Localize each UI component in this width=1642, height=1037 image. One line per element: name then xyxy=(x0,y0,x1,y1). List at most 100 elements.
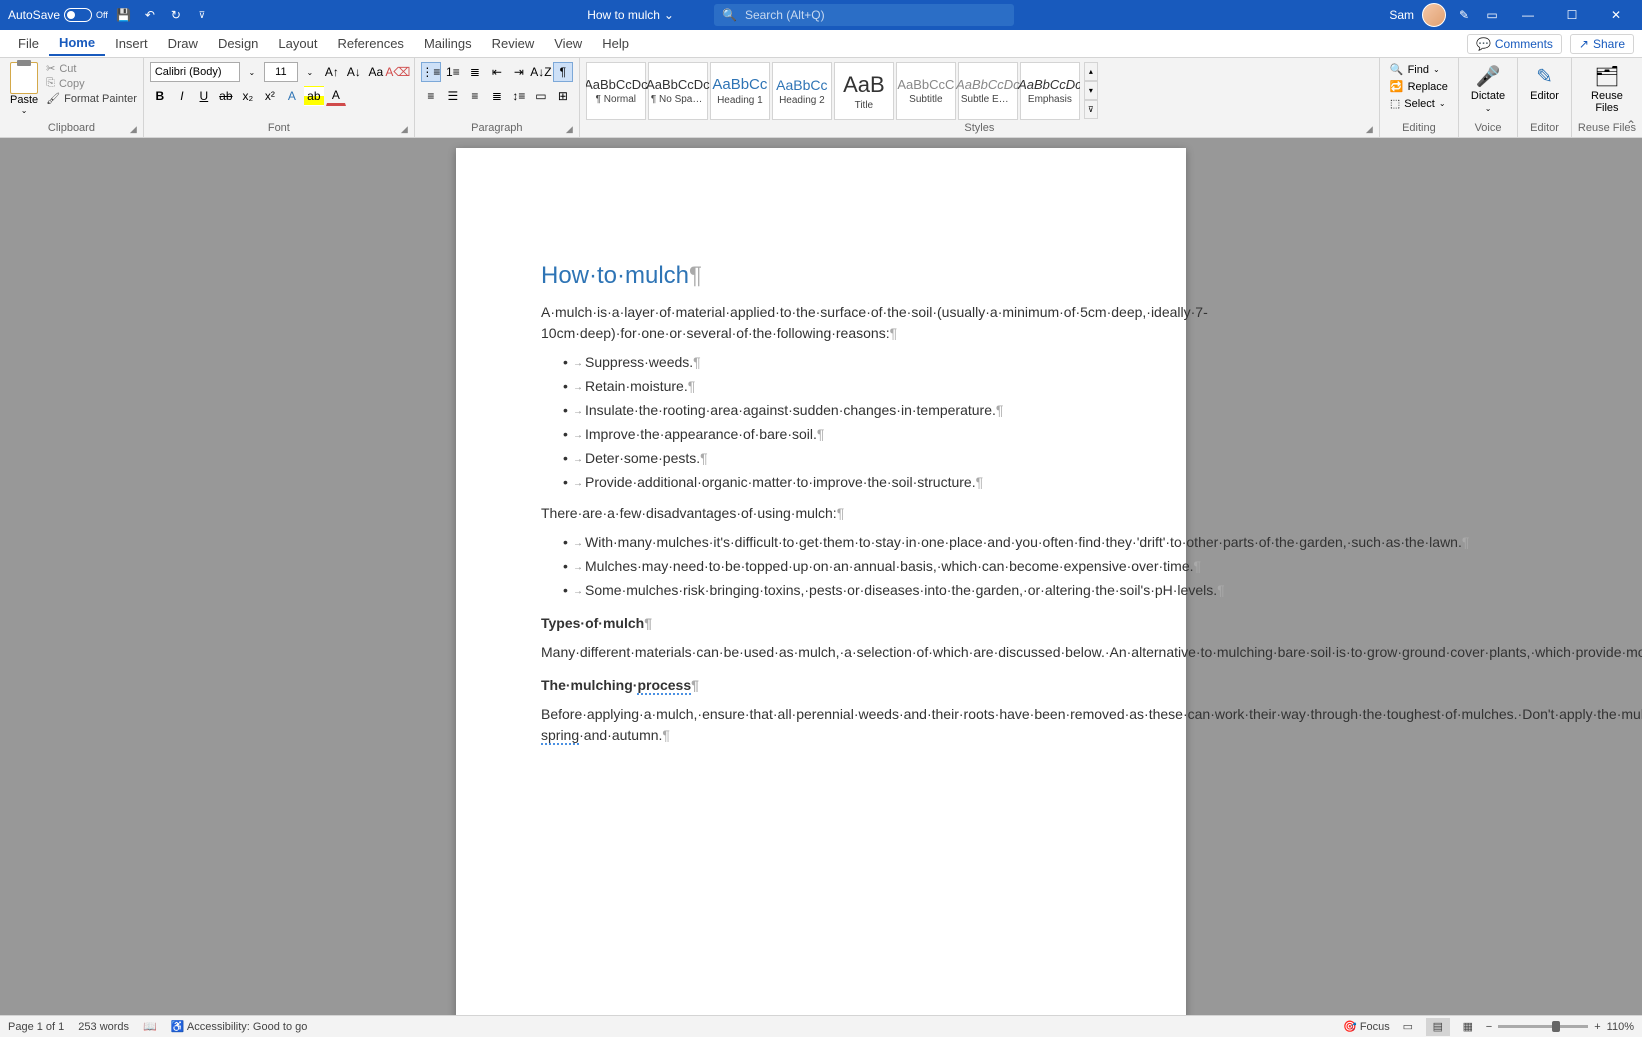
tab-insert[interactable]: Insert xyxy=(105,32,158,55)
font-size-input[interactable] xyxy=(264,62,298,82)
multilevel-list-button[interactable]: ≣ xyxy=(465,62,485,82)
minimize-button[interactable]: — xyxy=(1510,0,1546,30)
subscript-button[interactable]: x₂ xyxy=(238,86,258,106)
justify-button[interactable]: ≣ xyxy=(487,86,507,106)
style-heading2[interactable]: AaBbCcHeading 2 xyxy=(772,62,832,120)
editor-button[interactable]: ✎ Editor xyxy=(1524,62,1565,104)
reuse-files-icon: 🗂 xyxy=(1595,64,1619,88)
line-spacing-button[interactable]: ↕≡ xyxy=(509,86,529,106)
save-icon[interactable]: 💾 xyxy=(114,5,134,25)
tab-review[interactable]: Review xyxy=(482,32,545,55)
bullets-button[interactable]: ⋮≡ xyxy=(421,62,441,82)
copy-button[interactable]: ⎘Copy xyxy=(46,77,137,90)
show-hide-pilcrow-button[interactable]: ¶ xyxy=(553,62,573,82)
comments-button[interactable]: 💬Comments xyxy=(1467,34,1562,54)
zoom-out-button[interactable]: − xyxy=(1486,1021,1492,1033)
tab-mailings[interactable]: Mailings xyxy=(414,32,482,55)
redo-icon[interactable]: ↻ xyxy=(166,5,186,25)
numbering-button[interactable]: 1≡ xyxy=(443,62,463,82)
share-button[interactable]: ↗Share xyxy=(1570,34,1634,54)
document-scroll-area[interactable]: How·to·mulch¶ A·mulch·is·a·layer·of·mate… xyxy=(0,138,1642,1015)
cut-button[interactable]: ✂Cut xyxy=(46,62,137,75)
style-heading1[interactable]: AaBbCcHeading 1 xyxy=(710,62,770,120)
document-title-dropdown[interactable]: How to mulch ⌄ xyxy=(587,8,674,22)
bold-button[interactable]: B xyxy=(150,86,170,106)
tab-help[interactable]: Help xyxy=(592,32,639,55)
style-normal[interactable]: AaBbCcDc¶ Normal xyxy=(586,62,646,120)
clipboard-launcher[interactable]: ◢ xyxy=(130,124,140,134)
style-subtitle[interactable]: AaBbCcCSubtitle xyxy=(896,62,956,120)
search-input[interactable]: 🔍 Search (Alt+Q) xyxy=(714,4,1014,26)
underline-button[interactable]: U xyxy=(194,86,214,106)
paste-button[interactable]: Paste ⌄ xyxy=(6,62,42,122)
style-emphasis[interactable]: AaBbCcDcEmphasis xyxy=(1020,62,1080,120)
decrease-font-icon[interactable]: A↓ xyxy=(344,62,364,82)
align-center-button[interactable]: ☰ xyxy=(443,86,463,106)
font-color-icon[interactable]: A xyxy=(326,86,346,106)
paragraph-launcher[interactable]: ◢ xyxy=(566,124,576,134)
zoom-thumb[interactable] xyxy=(1552,1021,1560,1032)
increase-font-icon[interactable]: A↑ xyxy=(322,62,342,82)
ribbon-display-icon[interactable]: ▭ xyxy=(1482,5,1502,25)
decrease-indent-button[interactable]: ⇤ xyxy=(487,62,507,82)
find-button[interactable]: 🔍Find⌄ xyxy=(1386,62,1452,77)
styles-launcher[interactable]: ◢ xyxy=(1366,124,1376,134)
customize-qat-icon[interactable]: ⊽ xyxy=(192,5,212,25)
spellcheck-icon[interactable]: 📖 xyxy=(143,1020,157,1033)
shading-button[interactable]: ▭ xyxy=(531,86,551,106)
print-layout-button[interactable]: ▤ xyxy=(1426,1018,1450,1036)
word-count[interactable]: 253 words xyxy=(78,1021,129,1033)
user-avatar[interactable] xyxy=(1422,3,1446,27)
zoom-slider[interactable] xyxy=(1498,1025,1588,1028)
dictate-button[interactable]: 🎤 Dictate ⌄ xyxy=(1465,62,1511,115)
italic-button[interactable]: I xyxy=(172,86,192,106)
change-case-icon[interactable]: Aa xyxy=(366,62,386,82)
tab-design[interactable]: Design xyxy=(208,32,268,55)
read-mode-button[interactable]: ▭ xyxy=(1396,1018,1420,1036)
style-title[interactable]: AaBTitle xyxy=(834,62,894,120)
gallery-down[interactable]: ▾ xyxy=(1084,81,1098,100)
collapse-ribbon-button[interactable]: ⌃ xyxy=(1626,118,1636,132)
tab-layout[interactable]: Layout xyxy=(268,32,327,55)
text-effects-icon[interactable]: A xyxy=(282,86,302,106)
format-painter-button[interactable]: 🖌Format Painter xyxy=(46,92,137,105)
style-subtle-em[interactable]: AaBbCcDcSubtle Em... xyxy=(958,62,1018,120)
font-size-dropdown[interactable]: ⌄ xyxy=(300,62,320,82)
document-page[interactable]: How·to·mulch¶ A·mulch·is·a·layer·of·mate… xyxy=(456,148,1186,1015)
reuse-files-button[interactable]: 🗂 Reuse Files xyxy=(1578,62,1636,116)
clear-formatting-icon[interactable]: A⌫ xyxy=(388,62,408,82)
borders-button[interactable]: ⊞ xyxy=(553,86,573,106)
tab-draw[interactable]: Draw xyxy=(158,32,208,55)
accessibility-status[interactable]: ♿ Accessibility: Good to go xyxy=(171,1020,308,1033)
gallery-more[interactable]: ⊽ xyxy=(1084,100,1098,119)
sort-button[interactable]: A↓Z xyxy=(531,62,551,82)
font-name-input[interactable] xyxy=(150,62,240,82)
maximize-button[interactable]: ☐ xyxy=(1554,0,1590,30)
strikethrough-button[interactable]: ab xyxy=(216,86,236,106)
focus-mode[interactable]: 🎯 Focus xyxy=(1343,1020,1390,1033)
highlight-icon[interactable]: ab xyxy=(304,86,324,106)
tab-view[interactable]: View xyxy=(544,32,592,55)
copy-label: Copy xyxy=(59,78,85,90)
tab-file[interactable]: File xyxy=(8,32,49,55)
autosave-toggle[interactable]: AutoSave Off xyxy=(8,8,108,22)
gallery-up[interactable]: ▴ xyxy=(1084,62,1098,81)
replace-button[interactable]: 🔁Replace xyxy=(1386,79,1452,94)
undo-icon[interactable]: ↶ xyxy=(140,5,160,25)
align-left-button[interactable]: ≡ xyxy=(421,86,441,106)
increase-indent-button[interactable]: ⇥ xyxy=(509,62,529,82)
web-layout-button[interactable]: ▦ xyxy=(1456,1018,1480,1036)
select-button[interactable]: ⬚Select⌄ xyxy=(1386,96,1452,111)
close-button[interactable]: ✕ xyxy=(1598,0,1634,30)
page-indicator[interactable]: Page 1 of 1 xyxy=(8,1021,64,1033)
superscript-button[interactable]: x² xyxy=(260,86,280,106)
zoom-in-button[interactable]: + xyxy=(1594,1021,1600,1033)
style-no-spacing[interactable]: AaBbCcDc¶ No Spac... xyxy=(648,62,708,120)
coming-soon-icon[interactable]: ✎ xyxy=(1454,5,1474,25)
zoom-level[interactable]: 110% xyxy=(1607,1021,1634,1033)
align-right-button[interactable]: ≡ xyxy=(465,86,485,106)
font-launcher[interactable]: ◢ xyxy=(401,124,411,134)
tab-home[interactable]: Home xyxy=(49,31,105,56)
tab-references[interactable]: References xyxy=(327,32,413,55)
font-name-dropdown[interactable]: ⌄ xyxy=(242,62,262,82)
